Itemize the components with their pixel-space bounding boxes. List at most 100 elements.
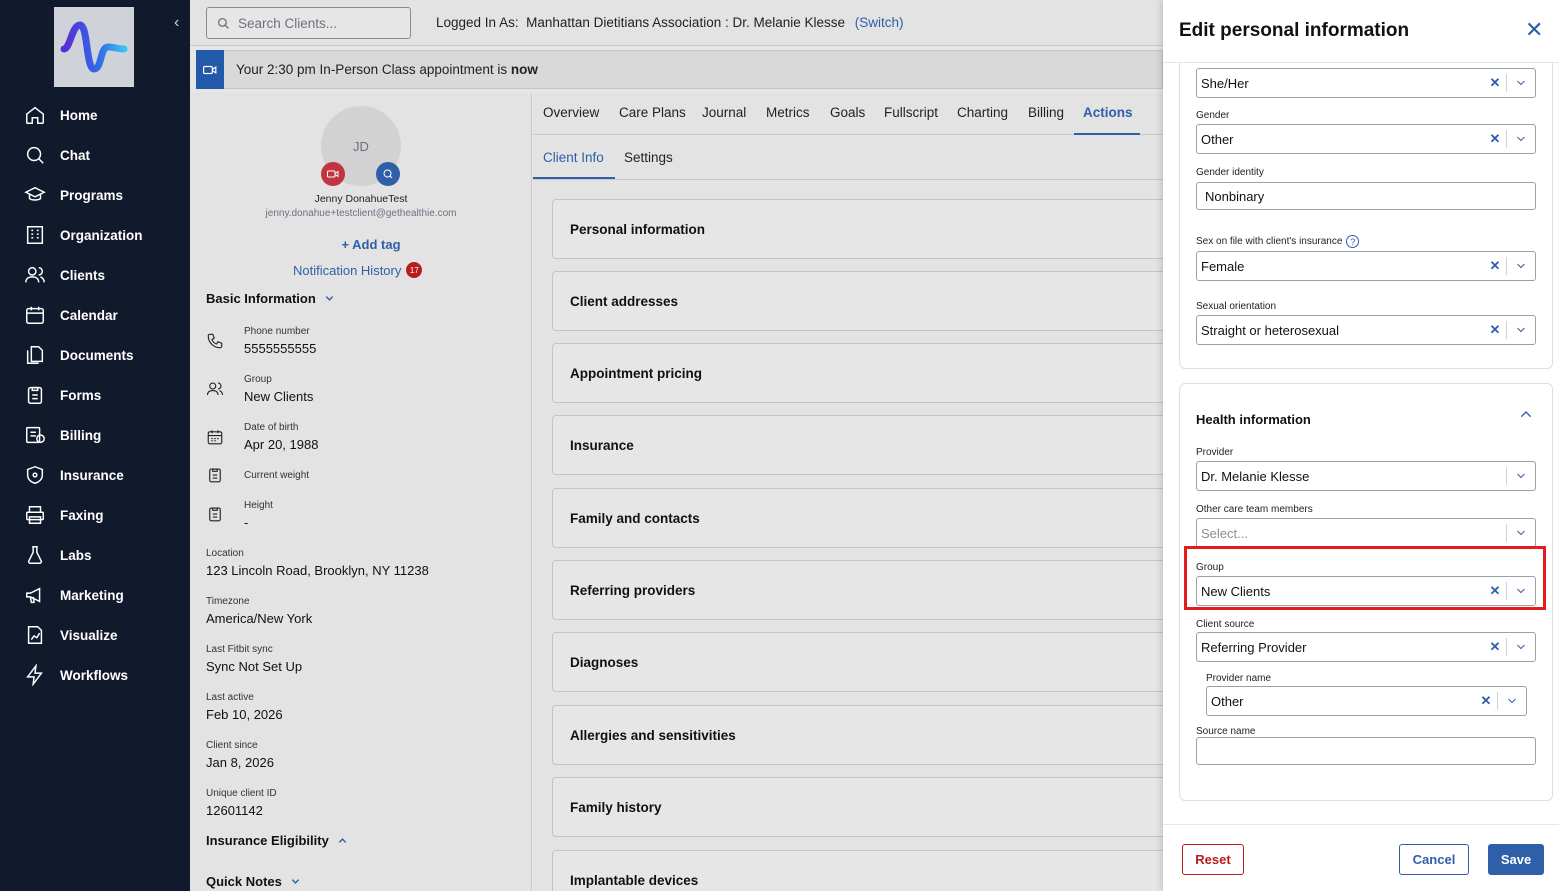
appointment-banner[interactable]: Your 2:30 pm In-Person Class appointment… bbox=[196, 50, 1163, 89]
pronouns-select[interactable]: She/Her ✕ bbox=[1196, 68, 1536, 98]
chat-button[interactable] bbox=[376, 162, 400, 186]
clear-icon[interactable]: ✕ bbox=[1484, 639, 1506, 655]
notification-history-link[interactable]: Notification History 17 bbox=[293, 262, 423, 278]
clear-icon[interactable]: ✕ bbox=[1484, 75, 1506, 91]
video-call-button[interactable] bbox=[321, 162, 345, 186]
chat-bubble-icon bbox=[383, 169, 393, 179]
sidebar-item-labs[interactable]: Labs bbox=[24, 544, 92, 566]
sidebar-item-forms[interactable]: Forms bbox=[24, 384, 101, 406]
sexual-orientation-select[interactable]: Straight or heterosexual ✕ bbox=[1196, 315, 1536, 345]
bolt-icon bbox=[26, 664, 43, 686]
notification-count-badge: 17 bbox=[406, 262, 423, 278]
sidebar-item-documents[interactable]: Documents bbox=[24, 344, 134, 366]
dob-label: Date of birth bbox=[244, 422, 299, 433]
sidebar-item-marketing[interactable]: Marketing bbox=[24, 584, 124, 606]
height-value: - bbox=[244, 515, 249, 530]
printer-icon bbox=[26, 506, 44, 524]
tab-overview[interactable]: Overview bbox=[543, 105, 599, 120]
calendar-icon bbox=[206, 428, 224, 446]
drawer-body[interactable]: She/Her ✕ Gender Other ✕ Gender identity… bbox=[1163, 62, 1559, 824]
subtab-settings[interactable]: Settings bbox=[624, 150, 673, 165]
section-referring-providers[interactable]: Referring providers bbox=[552, 560, 1172, 620]
reset-button[interactable]: Reset bbox=[1182, 844, 1244, 875]
switch-account-link[interactable]: (Switch) bbox=[855, 15, 904, 30]
sidebar-item-organization[interactable]: Organization bbox=[24, 224, 143, 246]
help-icon[interactable]: ? bbox=[1346, 235, 1360, 248]
tab-journal[interactable]: Journal bbox=[702, 105, 746, 120]
clear-icon[interactable]: ✕ bbox=[1475, 693, 1497, 709]
tab-fullscript[interactable]: Fullscript bbox=[884, 105, 938, 120]
gender-identity-field[interactable]: Nonbinary bbox=[1196, 182, 1536, 210]
chevron-down-icon bbox=[1507, 641, 1535, 653]
insurance-eligibility-toggle[interactable]: Insurance Eligibility bbox=[206, 833, 348, 848]
subtab-client-info[interactable]: Client Info bbox=[543, 150, 604, 165]
sidebar-item-home[interactable]: Home bbox=[24, 104, 98, 126]
sidebar-item-chat[interactable]: Chat bbox=[24, 144, 90, 166]
section-client-addresses[interactable]: Client addresses bbox=[552, 271, 1172, 331]
sidebar-item-faxing[interactable]: Faxing bbox=[24, 504, 104, 526]
care-team-select[interactable]: Select... bbox=[1196, 518, 1536, 548]
section-allergies-and-sensitivities[interactable]: Allergies and sensitivities bbox=[552, 705, 1172, 765]
source-name-field[interactable] bbox=[1196, 737, 1536, 765]
sex-on-file-value: Female bbox=[1201, 258, 1245, 274]
sex-on-file-select[interactable]: Female ✕ bbox=[1196, 251, 1536, 281]
clear-icon[interactable]: ✕ bbox=[1484, 131, 1506, 147]
calendar-icon bbox=[26, 306, 44, 324]
tab-charting[interactable]: Charting bbox=[957, 105, 1008, 120]
sidebar-item-clients[interactable]: Clients bbox=[24, 264, 105, 286]
tab-actions[interactable]: Actions bbox=[1083, 105, 1133, 120]
sex-on-file-label: Sex on file with client's insurance? bbox=[1196, 235, 1360, 248]
section-implantable-devices[interactable]: Implantable devices bbox=[552, 850, 1172, 891]
gender-select[interactable]: Other ✕ bbox=[1196, 124, 1536, 154]
clear-icon[interactable]: ✕ bbox=[1484, 322, 1506, 338]
tab-care-plans[interactable]: Care Plans bbox=[619, 105, 686, 120]
chevron-up-icon[interactable] bbox=[1518, 406, 1534, 422]
save-button[interactable]: Save bbox=[1488, 844, 1544, 875]
sidebar-item-calendar[interactable]: Calendar bbox=[24, 304, 118, 326]
location-field: Location 123 Lincoln Road, Brooklyn, NY … bbox=[206, 548, 429, 578]
group-select[interactable]: New Clients ✕ bbox=[1196, 576, 1536, 606]
tab-billing[interactable]: Billing bbox=[1028, 105, 1064, 120]
clear-icon[interactable]: ✕ bbox=[1484, 583, 1506, 599]
edit-personal-information-drawer: Edit personal information ✕ She/Her ✕ Ge… bbox=[1163, 0, 1559, 891]
basic-information-toggle[interactable]: Basic Information bbox=[206, 291, 335, 306]
sex-on-file-label-text: Sex on file with client's insurance bbox=[1196, 236, 1343, 248]
provider-select[interactable]: Dr. Melanie Klesse bbox=[1196, 461, 1536, 491]
cancel-button[interactable]: Cancel bbox=[1399, 844, 1469, 875]
sidebar-item-label: Workflows bbox=[60, 667, 129, 683]
close-icon[interactable]: ✕ bbox=[1525, 19, 1543, 41]
section-appointment-pricing[interactable]: Appointment pricing bbox=[552, 343, 1172, 403]
sidebar-item-label: Chat bbox=[60, 147, 90, 163]
section-insurance[interactable]: Insurance bbox=[552, 415, 1172, 475]
provider-name-select[interactable]: Other ✕ bbox=[1206, 686, 1527, 716]
client-source-select[interactable]: Referring Provider ✕ bbox=[1196, 632, 1536, 662]
sidebar-item-programs[interactable]: Programs bbox=[24, 184, 123, 206]
megaphone-icon bbox=[26, 587, 41, 604]
chevron-down-icon bbox=[1507, 527, 1535, 539]
section-diagnoses[interactable]: Diagnoses bbox=[552, 632, 1172, 692]
collapse-sidebar-icon[interactable]: ‹ bbox=[174, 14, 179, 32]
sidebar-item-visualize[interactable]: Visualize bbox=[24, 624, 118, 646]
personal-info-card: She/Her ✕ Gender Other ✕ Gender identity… bbox=[1179, 63, 1553, 369]
clipboard-icon bbox=[206, 466, 224, 484]
basic-information-title: Basic Information bbox=[206, 291, 316, 306]
add-tag-button[interactable]: + Add tag bbox=[190, 237, 552, 252]
quick-notes-toggle[interactable]: Quick Notes bbox=[206, 874, 301, 889]
sexual-orientation-label: Sexual orientation bbox=[1196, 301, 1277, 312]
clear-icon[interactable]: ✕ bbox=[1484, 258, 1506, 274]
users-icon bbox=[25, 266, 45, 283]
client-profile-panel: JD Jenny DonahueTest jenny.donahue+testc… bbox=[190, 93, 532, 891]
client-source-label: Client source bbox=[1196, 619, 1255, 630]
section-family-history[interactable]: Family history bbox=[552, 777, 1172, 837]
section-family-and-contacts[interactable]: Family and contacts bbox=[552, 488, 1172, 548]
app-logo[interactable] bbox=[54, 7, 134, 87]
tab-metrics[interactable]: Metrics bbox=[766, 105, 810, 120]
sidebar-item-insurance[interactable]: Insurance bbox=[24, 464, 124, 486]
section-personal-information[interactable]: Personal information bbox=[552, 199, 1172, 259]
sidebar-item-billing[interactable]: Billing bbox=[24, 424, 101, 446]
sidebar-item-label: Programs bbox=[60, 187, 124, 203]
chevron-down-icon bbox=[1507, 470, 1535, 482]
sidebar-item-workflows[interactable]: Workflows bbox=[24, 664, 128, 686]
tab-goals[interactable]: Goals bbox=[830, 105, 865, 120]
search-input[interactable]: Search Clients... bbox=[206, 7, 411, 39]
